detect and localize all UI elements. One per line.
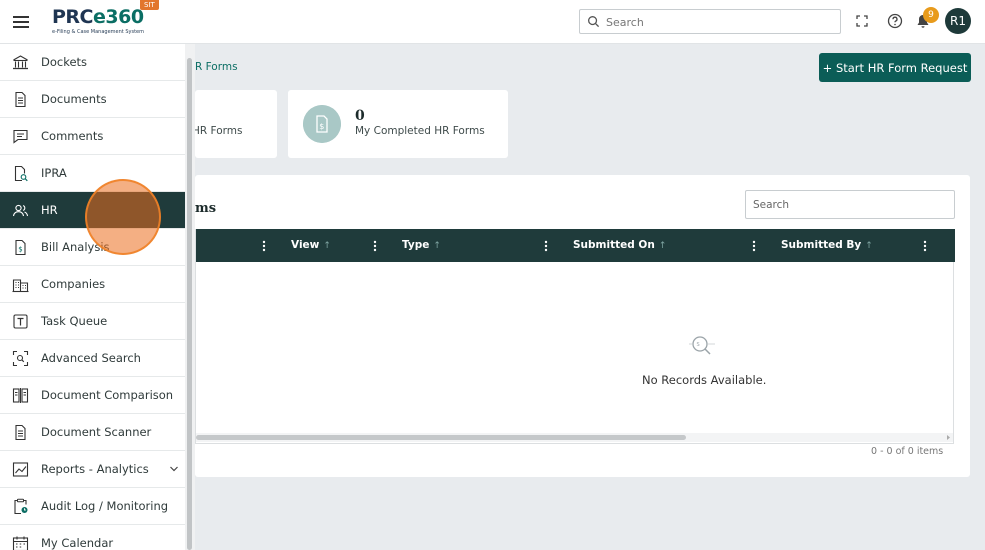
calendar-icon [12, 536, 29, 550]
pager-info: 0 - 0 of 0 items [871, 446, 944, 457]
sidebar-item-document-comparison[interactable]: Document Comparison [0, 377, 185, 414]
sidebar-item-dockets[interactable]: Dockets [0, 44, 185, 81]
completed-hr-forms-card[interactable]: $ 0 My Completed HR Forms [288, 90, 508, 158]
column-menu-icon[interactable] [752, 240, 756, 252]
column-menu-icon[interactable] [373, 240, 377, 252]
app-logo[interactable]: PRCe360 e-Filing & Case Management Syste… [52, 6, 162, 40]
global-search-input[interactable] [606, 13, 832, 31]
sidebar-item-label: Advanced Search [41, 351, 141, 365]
users-icon [12, 204, 29, 217]
sidebar-item-comments[interactable]: Comments [0, 118, 185, 155]
sidebar-item-audit-log[interactable]: Audit Log / Monitoring [0, 488, 185, 525]
sidebar-item-label: Reports - Analytics [41, 462, 149, 476]
sidebar-item-label: Audit Log / Monitoring [41, 499, 169, 513]
bill-icon: $ [15, 239, 26, 256]
grid-search-input[interactable] [745, 190, 955, 219]
environment-badge: SIT [140, 0, 159, 10]
column-menu-icon[interactable] [544, 240, 548, 252]
completed-forms-icon: $ [303, 105, 341, 143]
sort-arrow-icon: ↑ [433, 241, 441, 251]
top-header: PRCe360 e-Filing & Case Management Syste… [0, 0, 985, 44]
sidebar-item-my-calendar[interactable]: My Calendar [0, 525, 185, 550]
scanner-icon [15, 424, 26, 441]
sidebar-item-label: Document Comparison [41, 388, 174, 402]
bank-icon [13, 55, 28, 70]
card-label: My Completed HR Forms [355, 125, 485, 137]
sidebar-item-label: Bill Analysis [41, 240, 110, 254]
sort-arrow-icon: ↑ [658, 241, 667, 251]
sidebar-item-label: Dockets [41, 55, 88, 69]
clipboard-clock-icon [14, 498, 28, 515]
hr-forms-panel: ms View↑ Type↑ Submitted On↑ Submitted B… [195, 175, 970, 477]
empty-state-message: No Records Available. [642, 373, 767, 387]
sidebar-item-label: Document Scanner [41, 425, 152, 439]
completed-forms-count: 0 [355, 108, 365, 124]
column-header-type[interactable]: Type ↑ [402, 239, 441, 251]
global-search[interactable] [579, 9, 841, 34]
menu-icon[interactable] [11, 12, 31, 32]
comment-icon [13, 129, 28, 144]
grid-horizontal-scrollbar[interactable] [196, 433, 953, 442]
svg-text:$: $ [18, 246, 22, 254]
sidebar-item-reports-analytics[interactable]: Reports - Analytics [0, 451, 185, 488]
svg-text:S: S [697, 342, 700, 348]
document-search-icon [14, 165, 28, 182]
sidebar-item-label: IPRA [41, 166, 67, 180]
notification-count-badge: 9 [923, 7, 939, 23]
sort-arrow-icon: ↑ [865, 241, 873, 251]
grid-horizontal-scrollbar-thumb[interactable] [196, 435, 686, 440]
grid-header: View ↑ Type ↑ Submitted On ↑ Submitted By ↑ [196, 229, 955, 262]
sort-arrow-icon: ↑ [323, 241, 331, 251]
chart-icon [12, 462, 29, 477]
fullscreen-icon[interactable] [853, 12, 871, 30]
task-icon [13, 314, 28, 329]
column-header-submitted-on[interactable]: Submitted On ↑ [573, 239, 666, 251]
hr-forms-grid: View ↑ Type ↑ Submitted On ↑ Submitted By ↑ … [195, 229, 955, 444]
sidebar-nav: Dockets Documents Comments IPRA HR $ Bil… [0, 44, 185, 550]
logo-subtitle: e-Filing & Case Management System [52, 29, 144, 35]
sidebar-item-label: HR [41, 203, 58, 217]
building-icon [12, 279, 29, 293]
sidebar-item-companies[interactable]: Companies [0, 266, 185, 303]
sidebar-item-document-scanner[interactable]: Document Scanner [0, 414, 185, 451]
start-hr-form-request-button[interactable]: + Start HR Form Request [819, 53, 971, 82]
compare-icon [12, 388, 29, 403]
sidebar-item-label: My Calendar [41, 536, 114, 550]
sidebar-item-label: Companies [41, 277, 106, 291]
column-header-view[interactable]: View ↑ [291, 239, 331, 251]
sidebar-item-label: Documents [41, 92, 107, 106]
panel-title: ms [195, 201, 217, 216]
sidebar-item-ipra[interactable]: IPRA [0, 155, 185, 192]
sidebar-item-hr[interactable]: HR [0, 192, 185, 229]
chevron-down-icon[interactable] [169, 465, 179, 473]
sidebar-item-label: Task Queue [41, 314, 108, 328]
no-records-icon: S [689, 336, 715, 355]
document-icon [15, 91, 26, 108]
sidebar-item-bill-analysis[interactable]: $ Bill Analysis [0, 229, 185, 266]
sidebar-item-label: Comments [41, 129, 104, 143]
user-avatar[interactable]: R1 [945, 8, 971, 34]
help-icon[interactable] [886, 12, 904, 30]
column-menu-icon[interactable] [262, 240, 266, 252]
hr-forms-summary-card[interactable]: HR Forms [192, 90, 277, 158]
svg-text:$: $ [319, 122, 324, 131]
breadcrumb[interactable]: R Forms [195, 61, 238, 73]
sidebar-scrollbar-thumb[interactable] [187, 58, 192, 550]
sidebar-item-documents[interactable]: Documents [0, 81, 185, 118]
sidebar-item-task-queue[interactable]: Task Queue [0, 303, 185, 340]
column-header-submitted-by[interactable]: Submitted By ↑ [781, 239, 873, 251]
sidebar-item-advanced-search[interactable]: Advanced Search [0, 340, 185, 377]
card-label: HR Forms [192, 125, 243, 137]
scan-search-icon [12, 350, 29, 367]
column-menu-icon[interactable] [923, 240, 927, 252]
search-icon [588, 16, 600, 28]
scroll-right-icon[interactable] [945, 434, 952, 441]
